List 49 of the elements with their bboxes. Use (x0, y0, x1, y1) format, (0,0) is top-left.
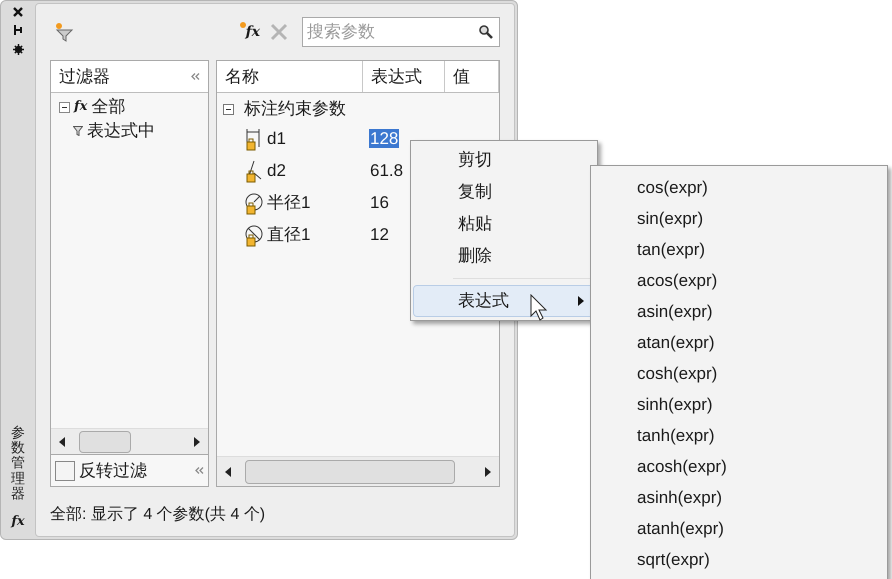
column-header[interactable]: 表达式 (363, 61, 445, 92)
submenu-arrow-icon (578, 296, 584, 306)
checkbox-label[interactable]: 反转过滤 (79, 458, 195, 484)
expression-value[interactable]: 128 (369, 129, 400, 148)
column-header[interactable]: 值 (445, 61, 499, 92)
menu-item[interactable]: atan(expr) (591, 327, 887, 358)
menu-item[interactable]: sqrt(expr) (591, 544, 887, 575)
filter-icon (73, 126, 83, 136)
expression-value[interactable]: 61.8 (369, 161, 404, 180)
fx-icon: fx (74, 97, 88, 117)
tree-item[interactable]: 表达式中 (87, 118, 155, 144)
scroll-right-icon[interactable] (194, 436, 200, 446)
group-label[interactable]: 标注约束参数 (244, 96, 346, 122)
menu-item[interactable]: atanh(expr) (591, 513, 887, 544)
expression-value[interactable]: 16 (369, 193, 390, 212)
menu-item[interactable]: asinh(expr) (591, 482, 887, 513)
dimension-lock-icon (245, 223, 265, 247)
status-text: 全部: 显示了 4 个参数(共 4 个) (50, 504, 266, 524)
scroll-left-icon[interactable] (225, 466, 231, 476)
fx-icon: fx (11, 512, 25, 531)
close-icon[interactable] (13, 7, 23, 17)
expression-value[interactable]: 12 (369, 225, 390, 244)
parameter-name: 直径1 (267, 224, 310, 246)
new-marker-icon (240, 22, 246, 28)
parameter-name: d2 (267, 160, 286, 182)
panel-title: 参数管理器 (11, 424, 25, 502)
checkbox[interactable] (55, 460, 75, 480)
menu-item[interactable]: sinh(expr) (591, 389, 887, 420)
scroll-left-icon[interactable] (59, 436, 65, 446)
new-filter-icon[interactable] (54, 22, 74, 42)
settings-icon[interactable] (12, 44, 24, 55)
menu-item[interactable]: sin(expr) (591, 203, 887, 234)
column-header[interactable]: 名称 (217, 61, 363, 92)
menu-item[interactable]: tanh(expr) (591, 420, 887, 451)
tree-item[interactable]: 全部 (91, 94, 126, 120)
parameter-name: d1 (267, 128, 286, 150)
new-parameter-button[interactable]: fx (240, 22, 260, 42)
menu-item[interactable]: acosh(expr) (591, 451, 887, 482)
scrollbar-thumb[interactable] (245, 460, 455, 484)
scrollbar-thumb[interactable] (79, 430, 131, 452)
parameter-name: 半径1 (267, 192, 310, 214)
scroll-right-icon[interactable] (485, 466, 491, 476)
menu-item[interactable]: tan(expr) (591, 234, 887, 265)
collapse-icon[interactable] (223, 104, 234, 114)
search-field[interactable]: 搜索参数 (302, 17, 500, 47)
collapse-icon[interactable] (59, 102, 70, 112)
dimension-lock-icon (245, 191, 265, 215)
menu-item[interactable]: cosh(expr) (591, 358, 887, 389)
search-icon[interactable] (478, 24, 494, 40)
